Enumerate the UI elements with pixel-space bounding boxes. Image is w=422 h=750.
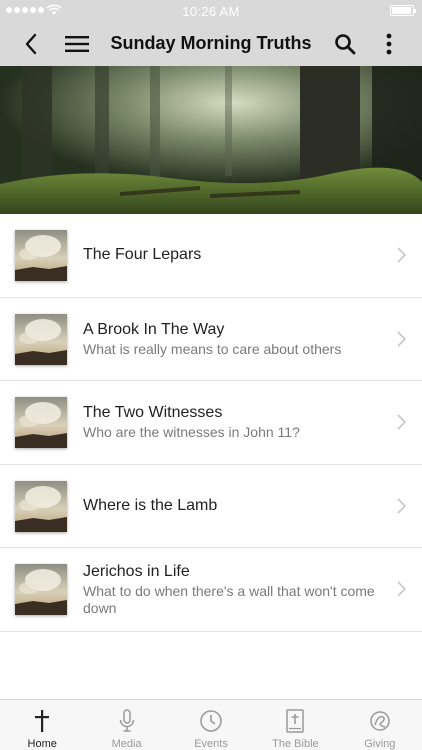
sermon-thumbnail: [15, 313, 67, 365]
tab-giving[interactable]: Giving: [338, 700, 422, 750]
battery-icon: [390, 5, 416, 16]
sermon-subtitle: Who are the witnesses in John 11?: [83, 424, 300, 441]
list-item[interactable]: Jerichos in Life What to do when there's…: [0, 548, 422, 632]
tab-label: Media: [111, 738, 142, 750]
sermon-title: The Four Lepars: [83, 246, 202, 264]
back-button[interactable]: [17, 30, 45, 58]
list-item[interactable]: The Two Witnesses Who are the witnesses …: [0, 381, 422, 465]
sermon-thumbnail: [15, 564, 67, 615]
giving-icon: [367, 708, 393, 734]
list-item[interactable]: A Brook In The Way What is really means …: [0, 298, 422, 381]
tab-label: Home: [27, 738, 57, 750]
bible-icon: [282, 708, 308, 734]
sermon-subtitle: What is really means to care about other…: [83, 340, 342, 357]
tab-bar: Home Media Events The Bible Giving: [0, 699, 422, 750]
sermon-title: A Brook In The Way: [83, 320, 225, 338]
sermon-thumbnail: [15, 397, 67, 448]
chevron-right-icon: [397, 497, 406, 514]
chevron-right-icon: [397, 581, 406, 597]
tab-home[interactable]: Home: [0, 700, 84, 750]
more-vertical-icon: [386, 33, 392, 55]
back-chevron-icon: [25, 33, 37, 55]
tab-events[interactable]: Events: [169, 700, 253, 750]
sermon-title: Jerichos in Life: [83, 562, 190, 580]
chevron-right-icon: [397, 330, 406, 347]
page-title: Sunday Morning Truths: [110, 33, 312, 53]
status-bar: 10:26 AM: [0, 0, 422, 22]
sermon-thumbnail: [15, 230, 67, 281]
hamburger-menu-icon: [65, 36, 89, 52]
sermon-title: The Two Witnesses: [83, 404, 223, 422]
chevron-right-icon: [397, 414, 406, 430]
tab-bible[interactable]: The Bible: [253, 700, 337, 750]
tab-label: Giving: [364, 738, 396, 750]
more-options-button[interactable]: [375, 30, 403, 58]
list-item[interactable]: The Four Lepars: [0, 214, 422, 298]
tab-label: Events: [194, 738, 228, 750]
menu-button[interactable]: [63, 30, 91, 58]
microphone-icon: [114, 708, 140, 734]
hero-forest-image: [0, 66, 422, 214]
status-time: 10:26 AM: [182, 4, 240, 19]
search-button[interactable]: [331, 30, 359, 58]
list-item[interactable]: Where is the Lamb: [0, 465, 422, 548]
sermon-subtitle: What to do when there's a wall that won'…: [83, 582, 375, 616]
sermon-thumbnail: [15, 480, 67, 532]
tab-media[interactable]: Media: [84, 700, 168, 750]
cross-icon: [29, 708, 55, 734]
sermon-list: The Four Lepars A Brook In The Way What …: [0, 214, 422, 632]
chevron-right-icon: [397, 247, 406, 263]
search-icon: [335, 34, 356, 55]
sermon-title: Where is the Lamb: [83, 496, 218, 514]
tab-label: The Bible: [272, 738, 319, 750]
navigation-bar: Sunday Morning Truths: [0, 22, 422, 66]
clock-icon: [198, 708, 224, 734]
